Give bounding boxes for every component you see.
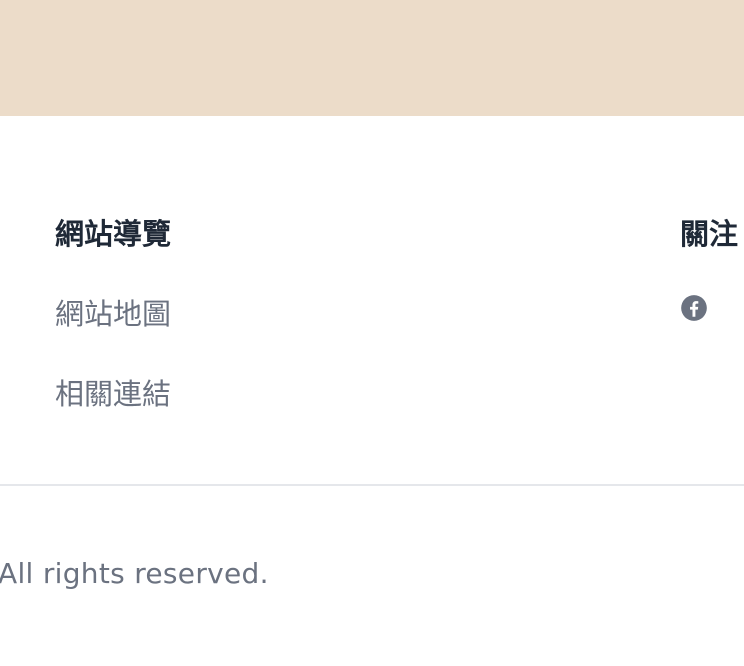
sitemap-link[interactable]: 網站地圖: [55, 294, 171, 334]
page: 網站導覽 網站地圖 相關連結 關注 All rights reserved.: [0, 0, 744, 666]
top-banner: [0, 0, 744, 116]
footer-divider: [0, 484, 744, 486]
site-navigation-heading: 網站導覽: [55, 217, 172, 251]
facebook-link[interactable]: [680, 294, 708, 322]
facebook-icon: [681, 295, 707, 321]
copyright-text: All rights reserved.: [0, 557, 269, 590]
follow-us-heading: 關注: [680, 217, 739, 251]
related-links-link[interactable]: 相關連結: [55, 374, 171, 414]
